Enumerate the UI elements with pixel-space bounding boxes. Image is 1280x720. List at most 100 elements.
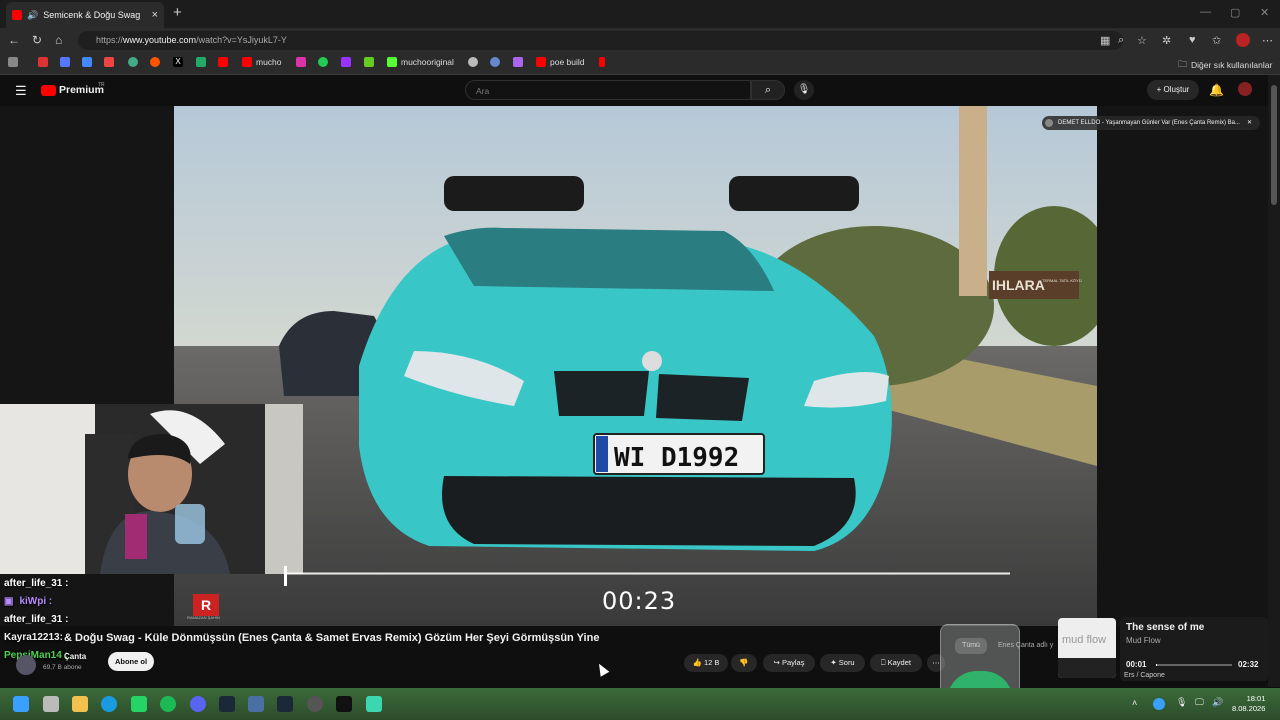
twitch-icon[interactable]	[341, 57, 351, 67]
bookmark-poe-build[interactable]: poe build	[536, 57, 585, 67]
waveform-peak	[284, 566, 287, 586]
volume-icon[interactable]: 🔊	[1212, 697, 1223, 708]
speaker-icon: 🔊	[27, 9, 39, 20]
browser-tab-bar: 🔊 Semicenk & Doğu Swag - Küle × + — ▢ ✕	[0, 0, 1280, 28]
home-icon[interactable]: ⌂	[55, 33, 62, 47]
channel-name[interactable]: Çanta	[64, 652, 86, 661]
more-dots-icon: ⋯	[932, 658, 940, 667]
save-button[interactable]: ⎕ Kaydet	[870, 654, 922, 672]
bookmark-icon-10[interactable]	[599, 57, 605, 67]
bookmark-icon-8[interactable]	[490, 57, 500, 67]
google-icon[interactable]	[128, 57, 138, 67]
whatsapp-icon[interactable]	[318, 57, 328, 67]
steam-icon[interactable]	[219, 696, 235, 712]
clock-date: 8.08.2026	[1232, 704, 1266, 713]
maximize-icon[interactable]: ▢	[1230, 6, 1240, 19]
bookmark-muchooriginal[interactable]: muchooriginal	[387, 57, 454, 67]
favorite-star-icon[interactable]: ☆	[1137, 34, 1147, 47]
windows-taskbar: ˄ 🎙 🖵 🔊 18:01 8.08.2026	[0, 688, 1280, 720]
hamburger-menu-icon[interactable]: ☰	[15, 83, 27, 99]
minimize-icon[interactable]: —	[1200, 6, 1211, 18]
total-time: 02:32	[1238, 660, 1259, 669]
now-playing-text: DEMET ELLDO - Yaşanmayan Günler Var (Ene…	[1058, 120, 1240, 126]
bookmark-mucho[interactable]: mucho	[242, 57, 282, 67]
youtube-favicon-icon	[12, 10, 22, 20]
apps-icon[interactable]: ▦	[1100, 34, 1110, 47]
progress-track[interactable]	[1156, 664, 1232, 666]
bookmark-icon-4[interactable]	[82, 57, 92, 67]
profile-avatar[interactable]	[1236, 33, 1250, 47]
channel-avatar[interactable]	[16, 655, 36, 675]
file-explorer-icon[interactable]	[72, 696, 88, 712]
reload-icon[interactable]: ↻	[32, 33, 42, 47]
task-view-icon[interactable]	[43, 696, 59, 712]
favorites-icon[interactable]: ✩	[1212, 34, 1221, 47]
video-frame: IHLARA TERMAL TATİL KÖYÜ WI D1992	[174, 106, 1097, 626]
zoom-icon[interactable]: ⌕	[1118, 34, 1124, 47]
spotify-icon[interactable]	[160, 696, 176, 712]
x-icon[interactable]: X	[173, 57, 183, 67]
search-input[interactable]: Ara	[465, 80, 751, 100]
subscribe-button[interactable]: Abone ol	[108, 652, 154, 671]
extensions-icon[interactable]: ✲	[1162, 34, 1171, 47]
other-bookmarks[interactable]: 🗀 Diğer sık kullanılanlar	[1178, 57, 1272, 73]
voice-search-button[interactable]: 🎙	[794, 80, 814, 100]
youtube-bookmark-icon[interactable]	[218, 57, 228, 67]
microphone-tray-icon[interactable]: 🎙	[1176, 697, 1187, 708]
chat-user: after_life_31 :	[4, 614, 69, 625]
dislike-button[interactable]: 👎	[731, 654, 757, 672]
app-icon-1[interactable]	[248, 696, 264, 712]
gmail-icon[interactable]	[104, 57, 114, 67]
browser-tab[interactable]: 🔊 Semicenk & Doğu Swag - Küle ×	[6, 2, 164, 28]
close-tab-icon[interactable]: ×	[152, 9, 158, 21]
network-icon[interactable]: 🖵	[1195, 697, 1204, 708]
bookmark-icon-5[interactable]	[196, 57, 206, 67]
thumbs-up-icon: 👍	[692, 658, 702, 667]
bookmark-icon-2[interactable]	[38, 57, 48, 67]
reddit-icon[interactable]	[150, 57, 160, 67]
bookmark-icon-7[interactable]	[468, 57, 478, 67]
like-button[interactable]: 👍 12 B	[684, 654, 728, 672]
youtube-logo-icon[interactable]	[41, 85, 56, 96]
tray-chevron-icon[interactable]: ˄	[1132, 698, 1137, 708]
video-title: & Doğu Swag - Küle Dönmüşsün (Enes Çanta…	[64, 632, 600, 644]
create-button[interactable]: + Oluştur	[1147, 80, 1199, 100]
obs-icon[interactable]	[307, 696, 323, 712]
discord-icon[interactable]	[190, 696, 206, 712]
bookmark-icon-9[interactable]	[513, 57, 523, 67]
notifications-bell-icon[interactable]: 🔔	[1209, 83, 1224, 97]
video-player[interactable]: IHLARA TERMAL TATİL KÖYÜ WI D1992	[174, 106, 1097, 626]
edge-icon[interactable]	[101, 696, 117, 712]
account-avatar[interactable]	[1238, 82, 1252, 96]
system-clock[interactable]: 18:01 8.08.2026	[1232, 694, 1265, 714]
browser-essentials-icon[interactable]: ♥	[1189, 34, 1196, 46]
search-button[interactable]: ⌕	[751, 80, 785, 100]
start-icon[interactable]	[13, 696, 29, 712]
close-card-icon[interactable]: ✕	[1247, 116, 1252, 130]
youtube-icon	[536, 57, 546, 67]
song-title: The sense of me	[1126, 622, 1205, 633]
bookmark-icon-6[interactable]	[364, 57, 374, 67]
bookmark-icon-3[interactable]	[60, 57, 70, 67]
app-icon-2[interactable]	[336, 696, 352, 712]
close-window-icon[interactable]: ✕	[1260, 6, 1269, 19]
bookmark-icon-1[interactable]	[8, 57, 18, 67]
other-bookmarks-label: Diğer sık kullanılanlar	[1191, 60, 1273, 70]
more-menu-icon[interactable]: ⋯	[1262, 34, 1273, 47]
chat-user: kiWpi :	[19, 596, 53, 607]
now-playing-card[interactable]: DEMET ELLDO - Yaşanmayan Günler Var (Ene…	[1042, 116, 1260, 130]
page-scrollbar[interactable]	[1268, 75, 1280, 687]
steam-icon-2[interactable]	[277, 696, 293, 712]
instagram-icon[interactable]	[296, 57, 306, 67]
ask-button[interactable]: ✦ Soru	[820, 654, 865, 672]
scrollbar-thumb[interactable]	[1271, 85, 1277, 205]
new-tab-icon[interactable]: +	[173, 4, 182, 21]
chat-message: ▣ kiWpi :	[4, 596, 53, 607]
share-button[interactable]: ↪ Paylaş	[763, 654, 815, 672]
app-icon-3[interactable]	[366, 696, 382, 712]
whatsapp-taskbar-icon[interactable]	[131, 696, 147, 712]
tray-app-icon[interactable]	[1153, 698, 1165, 710]
url-field[interactable]: https://www.youtube.com/watch?v=YsJiyukL…	[78, 31, 1123, 50]
tab-title: Semicenk & Doğu Swag - Küle	[43, 10, 143, 20]
back-icon[interactable]: ←	[8, 33, 20, 47]
